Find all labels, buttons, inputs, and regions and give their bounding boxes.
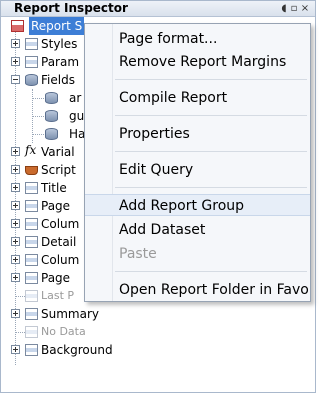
tree-line [32,98,44,99]
collapse-icon[interactable] [11,75,20,84]
tree-label-background: Background [41,343,113,357]
menu-item-add-report-group[interactable]: Add Report Group [85,194,310,216]
tree-label-variables: Varial [41,145,75,159]
field-icon [45,128,58,140]
expand-icon[interactable] [11,39,20,48]
menu-item-add-dataset[interactable]: Add Dataset [85,219,310,241]
tree-label-styles: Styles [41,37,78,51]
menu-separator [115,271,307,272]
menu-separator [115,187,307,188]
coffee-cup-icon [25,166,38,175]
tree-label-parameters: Param [41,55,80,69]
tree-line [32,134,44,135]
tree-label-root: Report S [29,17,85,35]
field-icon [45,110,58,122]
tree-label-page-footer: Page [41,271,71,285]
menu-item-compile-report[interactable]: Compile Report [85,87,310,109]
tree-label-scriptlets: Script [41,163,76,177]
menu-item-properties[interactable]: Properties [85,123,310,145]
tree-label-field: gu [69,109,85,123]
close-icon[interactable]: × [299,2,311,15]
band-icon [25,344,38,356]
menu-separator [115,151,307,152]
expand-icon[interactable] [11,147,20,156]
tree-label-column-header: Colum [41,217,80,231]
expand-icon[interactable] [11,255,20,264]
tree-label-summary: Summary [41,307,99,321]
tree-item-background[interactable]: Background [1,341,315,359]
tree-label-no-data: No Data [41,325,86,338]
panel-titlebar: Report Inspector ◖ ▫ × [1,1,315,17]
expand-icon[interactable] [11,165,20,174]
menu-item-open-report-folder[interactable]: Open Report Folder in Favori [85,279,310,301]
tree-label-field: Ha [69,127,86,141]
parameters-icon [25,56,38,68]
menu-item-page-format[interactable]: Page format... [85,28,310,50]
expand-icon[interactable] [11,201,20,210]
band-icon [25,218,38,230]
band-icon [25,326,38,338]
band-icon [25,308,38,320]
tree-item-no-data[interactable]: No Data [1,323,315,341]
expand-icon[interactable] [11,309,20,318]
field-icon [45,92,58,104]
tree-label-title: Title [41,181,67,195]
tree-label-page-header: Page [41,199,71,213]
panel-title: Report Inspector [14,1,128,15]
menu-separator [115,115,307,116]
expand-icon[interactable] [11,237,20,246]
function-icon: fx [25,143,37,157]
menu-item-remove-margins[interactable]: Remove Report Margins [85,51,310,73]
band-icon [25,272,38,284]
band-icon [25,200,38,212]
menu-item-edit-query[interactable]: Edit Query [85,159,310,181]
band-icon [25,182,38,194]
tree-label-column-footer: Colum [41,253,80,267]
menu-item-paste[interactable]: Paste [85,243,310,265]
expand-icon[interactable] [11,273,20,282]
tree-item-summary[interactable]: Summary [1,305,315,323]
expand-icon[interactable] [11,345,20,354]
styles-icon [25,38,38,50]
tree-line [15,296,25,297]
expand-icon[interactable] [11,183,20,192]
expand-icon[interactable] [11,219,20,228]
tree-line [15,332,25,333]
band-icon [25,290,38,302]
tree-label-fields: Fields [41,73,75,87]
tree-label-last-page-footer: Last P [41,289,75,302]
menu-separator [115,79,307,80]
fields-icon [25,74,38,86]
band-icon [25,254,38,266]
band-icon [25,236,38,248]
tree-line [32,116,44,117]
context-menu: Page format... Remove Report Margins Com… [84,23,311,302]
tree-label-detail: Detail [41,235,77,249]
expand-icon[interactable] [11,57,20,66]
report-icon [11,20,24,32]
tree-label-field: ar [69,91,82,105]
